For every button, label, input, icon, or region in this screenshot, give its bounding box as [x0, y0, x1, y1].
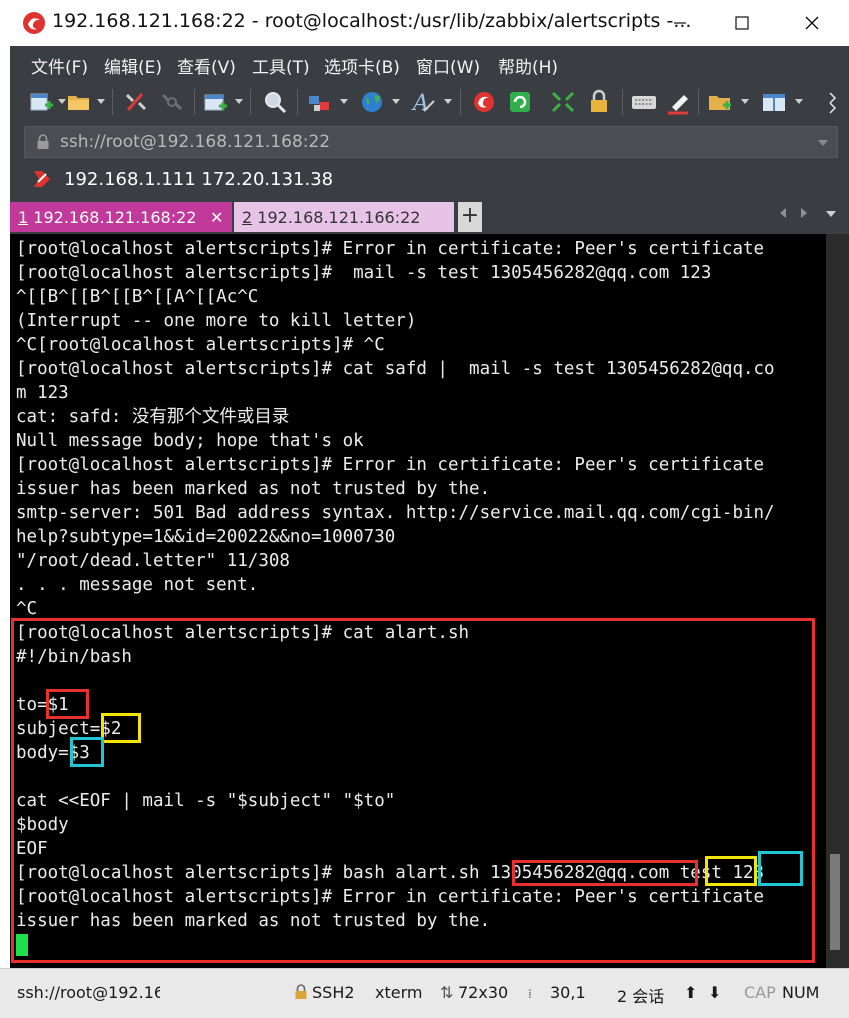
status-size: 72x30	[458, 983, 509, 1002]
terminal-line: Null message body; hope that's ok	[16, 431, 364, 451]
menu-edit[interactable]: 编辑(E)	[104, 53, 162, 78]
toolbar-separator	[112, 89, 113, 115]
maximize-icon[interactable]	[712, 0, 772, 46]
annotation-box-arg1	[512, 860, 698, 886]
new-session-icon[interactable]	[28, 87, 54, 117]
annotation-box-param2	[101, 713, 141, 743]
menu-file[interactable]: 文件(F)	[31, 53, 88, 78]
xshell-app-icon	[22, 11, 46, 35]
menu-tools[interactable]: 工具(T)	[252, 53, 310, 78]
terminal-line: help?subtype=1&&id=20022&&no=1000730	[16, 527, 396, 547]
svg-text:A: A	[411, 91, 429, 116]
address-input[interactable]: ssh://root@192.168.121.168:22	[60, 132, 330, 152]
status-sessions: 2 会话	[617, 987, 665, 1006]
tab-close-icon[interactable]: ✕	[210, 208, 223, 227]
globe-icon[interactable]	[358, 87, 386, 117]
terminal-line: [root@localhost alertscripts]# cat safd …	[16, 359, 775, 379]
annotation-box-arg3	[758, 851, 803, 886]
tab-session-2[interactable]: 2 192.168.121.166:22	[234, 202, 454, 232]
xshell-icon[interactable]	[470, 87, 498, 117]
tab-menu-icon[interactable]	[826, 211, 836, 217]
download-arrow-icon[interactable]: ⬇	[708, 983, 721, 1002]
status-terminal-type: xterm	[375, 983, 423, 1002]
menu-help[interactable]: 帮助(H)	[498, 53, 558, 78]
address-dropdown-icon[interactable]	[818, 140, 828, 146]
new-window-icon[interactable]	[203, 87, 229, 117]
tab-index: 1	[18, 208, 29, 227]
toolbar-separator	[460, 89, 461, 115]
toolbar-separator	[622, 89, 623, 115]
keyboard-icon[interactable]	[630, 87, 658, 117]
tab-next-icon[interactable]	[801, 208, 807, 218]
toolbar-separator	[250, 89, 251, 115]
annotation-box-param3	[70, 737, 104, 767]
new-session-dropdown-icon[interactable]	[58, 99, 66, 104]
tab-label: 192.168.121.166:22	[257, 208, 421, 227]
highlight-icon[interactable]	[664, 87, 692, 117]
bookmark-arrow-icon[interactable]	[32, 168, 52, 190]
disconnect-icon[interactable]	[122, 87, 150, 117]
globe-dropdown-icon[interactable]	[392, 99, 400, 104]
close-icon[interactable]	[782, 0, 842, 46]
status-session: ssh://root@192.16	[17, 983, 160, 1002]
cursor-pos-icon: ⁞	[528, 987, 532, 1001]
compose-dropdown-icon[interactable]	[741, 99, 749, 104]
terminal-line: (Interrupt -- one more to kill letter)	[16, 311, 417, 331]
terminal-line: smtp-server: 501 Bad address syntax. htt…	[16, 503, 775, 523]
terminal-line: cat: safd: 没有那个文件或目录	[16, 407, 290, 427]
tunnel-icon[interactable]	[306, 87, 334, 117]
font-icon[interactable]: A	[410, 87, 438, 117]
terminal-line: issuer has been marked as not trusted by…	[16, 479, 491, 499]
toolbar-separator	[194, 89, 195, 115]
quick-links[interactable]: 192.168.1.111 172.20.131.38	[64, 169, 333, 190]
find-icon[interactable]	[261, 87, 289, 117]
tab-prev-icon[interactable]	[780, 208, 786, 218]
open-folder-icon[interactable]	[66, 87, 92, 117]
open-dropdown-icon[interactable]	[97, 99, 105, 104]
tunnel-dropdown-icon[interactable]	[340, 99, 348, 104]
lock-icon	[36, 134, 50, 150]
minimize-icon[interactable]	[650, 0, 710, 46]
annotation-box-param1	[46, 689, 89, 719]
xftp-icon[interactable]	[506, 87, 534, 117]
status-cursor: 30,1	[550, 983, 586, 1002]
new-tab-button[interactable]: +	[458, 202, 482, 232]
new-window-dropdown-icon[interactable]	[235, 99, 243, 104]
terminal-line: m 123	[16, 383, 69, 403]
annotation-box-arg2	[705, 856, 757, 886]
status-protocol: SSH2	[312, 983, 355, 1002]
tab-label: 192.168.121.168:22	[33, 208, 197, 227]
more-icon[interactable]	[826, 87, 842, 117]
compose-icon[interactable]	[707, 87, 735, 117]
status-num: NUM	[782, 983, 820, 1002]
status-caps: CAP	[744, 983, 776, 1002]
terminal-line: ^C[root@localhost alertscripts]# ^C	[16, 335, 385, 355]
terminal-line: [root@localhost alertscripts]# Error in …	[16, 455, 765, 475]
terminal-line: "/root/dead.letter" 11/308	[16, 551, 290, 571]
upload-arrow-icon[interactable]: ⬆	[684, 983, 697, 1002]
toolbar-separator	[698, 89, 699, 115]
tab-index: 2	[242, 208, 253, 227]
status-lock-icon	[294, 984, 308, 1000]
reconnect-icon[interactable]	[158, 87, 186, 117]
lock-icon[interactable]	[585, 87, 613, 117]
tab-session-1[interactable]: 1 192.168.121.168:22 ✕	[10, 202, 232, 232]
toolbar-separator	[297, 89, 298, 115]
terminal-line: . . . message not sent.	[16, 575, 259, 595]
terminal-line: [root@localhost alertscripts]# mail -s t…	[16, 263, 712, 283]
resize-icon: ⇅	[440, 983, 454, 1002]
window-title: 192.168.121.168:22 - root@localhost:/usr…	[52, 10, 692, 32]
menu-window[interactable]: 窗口(W)	[416, 53, 480, 78]
terminal-line: ^[[B^[[B^[[B^[[A^[[Ac^C	[16, 287, 259, 307]
annotation-box-script	[11, 618, 815, 963]
layout-icon[interactable]	[760, 87, 788, 117]
scrollbar-thumb[interactable]	[830, 854, 840, 950]
menu-view[interactable]: 查看(V)	[177, 53, 236, 78]
menu-tabs[interactable]: 选项卡(B)	[324, 53, 400, 78]
fullscreen-icon[interactable]	[549, 87, 577, 117]
layout-dropdown-icon[interactable]	[795, 99, 803, 104]
font-dropdown-icon[interactable]	[444, 99, 452, 104]
terminal-line: [root@localhost alertscripts]# Error in …	[16, 239, 765, 259]
